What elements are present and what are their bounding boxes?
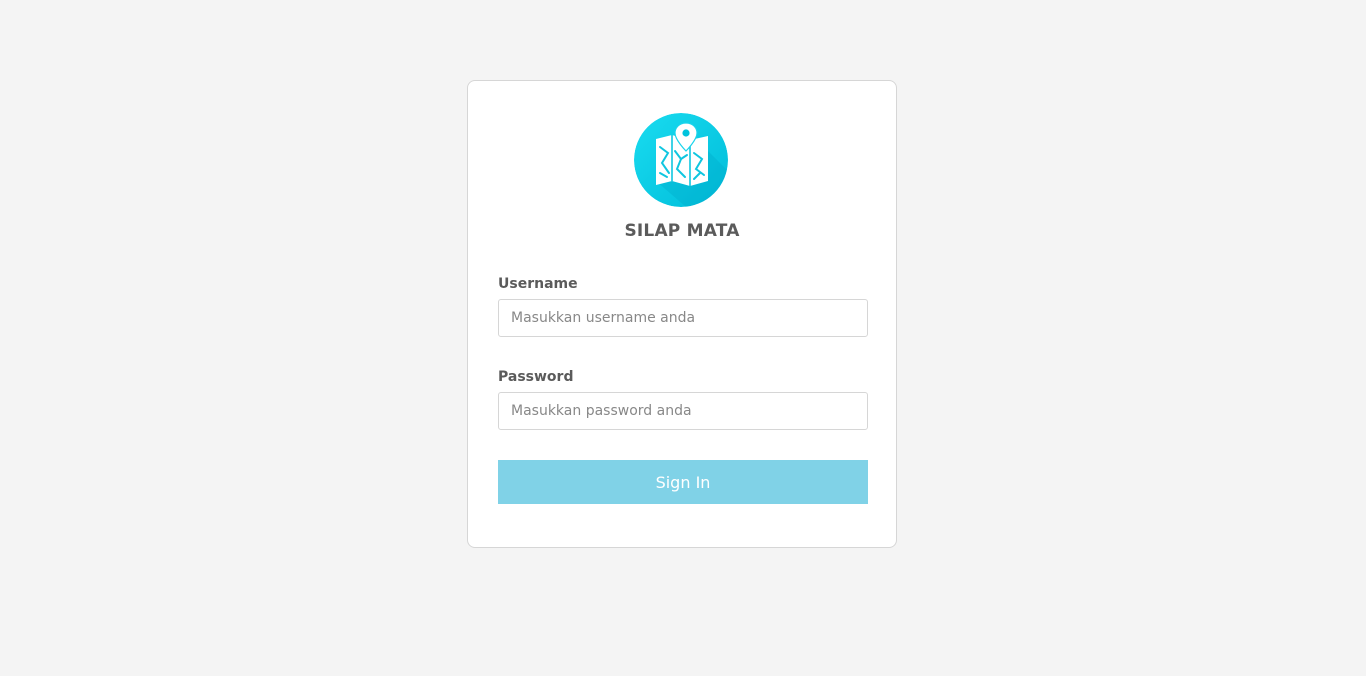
app-title: SILAP MATA xyxy=(624,221,740,241)
app-logo xyxy=(634,113,728,207)
sign-in-button[interactable]: Sign In xyxy=(498,460,868,504)
password-label: Password xyxy=(498,369,574,385)
username-label: Username xyxy=(498,276,578,292)
login-card: SILAP MATA Username Password Sign In xyxy=(467,80,897,548)
map-location-icon xyxy=(634,113,728,207)
username-input[interactable] xyxy=(498,299,868,337)
password-input[interactable] xyxy=(498,392,868,430)
